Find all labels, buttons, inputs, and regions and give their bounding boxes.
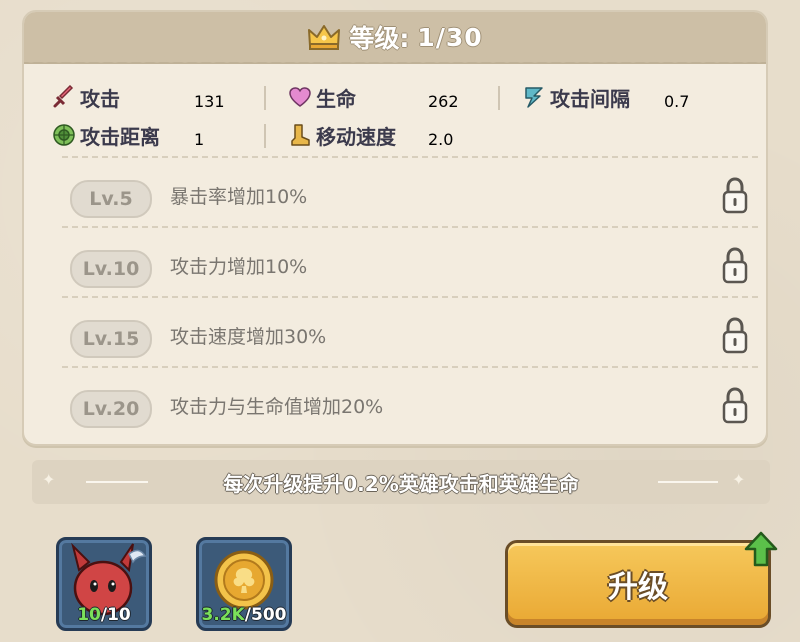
lock-icon <box>722 247 748 284</box>
level-title: 等级: 1/30 <box>24 20 766 54</box>
boot-icon <box>291 124 310 146</box>
stat-attack-interval-label: 攻击间隔 <box>550 86 630 111</box>
level-badge: Lv.15 <box>70 320 152 358</box>
level-value: 1/30 <box>417 22 483 52</box>
divider <box>62 156 758 158</box>
sword-icon <box>53 85 74 108</box>
crown-icon <box>308 25 341 50</box>
gold-coin-count: 3.2K/500 <box>199 605 289 625</box>
level-badge: Lv.10 <box>70 250 152 288</box>
gold-coin-need: /500 <box>244 605 287 625</box>
upgrade-button-label: 升级 <box>608 570 668 605</box>
stat-range-value: 1 <box>194 129 205 149</box>
stat-hp: 生命 <box>288 80 356 114</box>
heart-icon <box>289 87 311 107</box>
divider <box>62 366 758 368</box>
stat-attack-value: 131 <box>194 91 225 111</box>
lightning-icon <box>525 87 543 108</box>
skill-row: Lv.15 攻击速度增加30% <box>64 308 754 364</box>
separator <box>264 124 266 148</box>
skill-description: 攻击力增加10% <box>170 256 308 278</box>
divider <box>62 296 758 298</box>
gold-coin-have: 3.2K <box>201 605 245 625</box>
hero-level-panel: 等级: 1/30 攻击 131 生命 262 攻击间隔 0.7 攻击距离 1 移… <box>22 10 768 446</box>
stat-attack-label: 攻击 <box>80 86 120 111</box>
hero-shard-slot[interactable]: 10/10 <box>56 537 152 631</box>
gold-coin-slot[interactable]: 3.2K/500 <box>196 537 292 631</box>
stat-move-speed: 移动速度 <box>288 118 396 152</box>
lock-icon <box>722 177 748 214</box>
lock-icon <box>722 317 748 354</box>
lock-icon <box>722 387 748 424</box>
ribbon-line <box>658 481 718 483</box>
stat-hp-value: 262 <box>428 91 459 111</box>
skill-row: Lv.5 暴击率增加10% <box>64 168 754 224</box>
skill-row: Lv.20 攻击力与生命值增加20% <box>64 378 754 434</box>
skill-description: 暴击率增加10% <box>170 186 308 208</box>
skill-description: 攻击速度增加30% <box>170 326 327 348</box>
separator <box>264 86 266 110</box>
stat-hp-label: 生命 <box>316 86 356 111</box>
upgrade-bonus-ribbon: ✦ 每次升级提升0.2%英雄攻击和英雄生命 ✦ <box>32 460 770 504</box>
upgrade-button[interactable]: 升级 <box>505 531 778 628</box>
separator <box>498 86 500 110</box>
stat-move-speed-label: 移动速度 <box>316 124 396 149</box>
header-scallop-edge <box>24 56 766 70</box>
hero-shard-count: 10/10 <box>59 605 149 625</box>
hero-shard-have: 10 <box>77 605 101 625</box>
stat-attack: 攻击 <box>52 80 120 114</box>
hero-shard-need: /10 <box>100 605 131 625</box>
up-arrow-icon <box>744 531 778 567</box>
skill-description: 攻击力与生命值增加20% <box>170 396 384 418</box>
sparkle-icon: ✦ <box>732 470 746 489</box>
divider <box>62 226 758 228</box>
level-badge: Lv.20 <box>70 390 152 428</box>
stat-move-speed-value: 2.0 <box>428 129 454 149</box>
range-target-icon <box>53 124 75 146</box>
stat-range: 攻击距离 <box>52 118 160 152</box>
stat-attack-interval: 攻击间隔 <box>522 80 630 114</box>
skill-row: Lv.10 攻击力增加10% <box>64 238 754 294</box>
level-badge: Lv.5 <box>70 180 152 218</box>
stat-attack-interval-value: 0.7 <box>664 91 690 111</box>
level-label: 等级: <box>349 24 410 53</box>
stat-range-label: 攻击距离 <box>80 124 160 149</box>
